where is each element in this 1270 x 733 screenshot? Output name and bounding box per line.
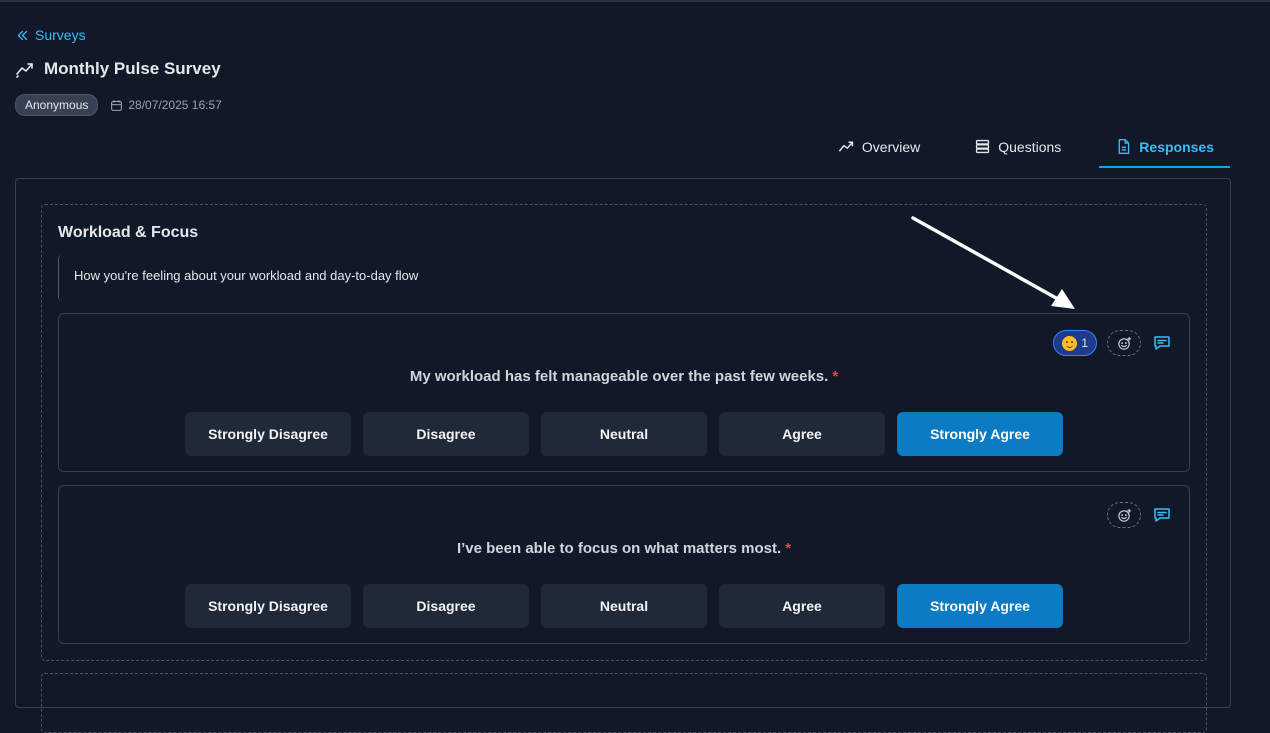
question-text: I’ve been able to focus on what matters … [59, 540, 1189, 557]
question-tools [1107, 502, 1173, 528]
add-reaction-button[interactable] [1107, 502, 1141, 528]
option-strongly-disagree[interactable]: Strongly Disagree [185, 584, 351, 628]
option-strongly-disagree[interactable]: Strongly Disagree [185, 412, 351, 456]
tab-overview[interactable]: Overview [822, 128, 936, 168]
option-disagree[interactable]: Disagree [363, 412, 529, 456]
tab-responses[interactable]: Responses [1099, 128, 1230, 168]
option-strongly-agree[interactable]: Strongly Agree [897, 412, 1063, 456]
responses-panel: Workload & Focus How you're feeling abou… [15, 178, 1231, 733]
trend-icon [16, 63, 33, 78]
smiling-face-icon [1062, 335, 1078, 351]
page-title: Monthly Pulse Survey [44, 59, 221, 78]
required-mark: * [832, 368, 839, 385]
tab-questions-label: Questions [998, 138, 1062, 155]
double-chevron-left-icon [17, 30, 28, 40]
comment-icon [1154, 508, 1170, 522]
tab-questions[interactable]: Questions [958, 128, 1077, 168]
likert-options: Strongly Disagree Disagree Neutral Agree… [185, 584, 1063, 628]
top-divider [0, 0, 1270, 2]
reaction-chip[interactable]: 1 [1053, 330, 1097, 356]
section-workload-focus: Workload & Focus How you're feeling abou… [41, 204, 1207, 661]
calendar-icon [111, 99, 123, 111]
survey-date-text: 28/07/2025 16:57 [128, 98, 222, 112]
section-description: How you're feeling about your workload a… [58, 255, 1190, 301]
option-strongly-agree[interactable]: Strongly Agree [897, 584, 1063, 628]
tab-responses-label: Responses [1139, 138, 1214, 155]
question-text-label: I’ve been able to focus on what matters … [456, 540, 782, 557]
anonymous-badge: Anonymous [15, 94, 99, 116]
comment-button[interactable] [1151, 332, 1173, 354]
question-card: 1 My workload has felt manageable over t… [58, 313, 1190, 472]
question-text-label: My workload has felt manageable over the… [409, 368, 829, 385]
page-header: Monthly Pulse Survey [15, 59, 221, 79]
tab-overview-label: Overview [861, 138, 921, 155]
add-emoji-icon [1117, 336, 1131, 350]
reaction-count: 1 [1081, 336, 1088, 350]
add-reaction-button[interactable] [1107, 330, 1141, 356]
next-section [41, 673, 1207, 733]
comment-button[interactable] [1151, 504, 1173, 526]
option-neutral[interactable]: Neutral [541, 584, 707, 628]
option-agree[interactable]: Agree [719, 584, 885, 628]
comment-icon [1154, 336, 1170, 350]
required-mark: * [785, 540, 792, 557]
list-icon [976, 139, 990, 154]
add-emoji-icon [1117, 508, 1131, 522]
question-text: My workload has felt manageable over the… [59, 368, 1189, 385]
survey-tabs: Overview Questions Responses [800, 128, 1230, 168]
survey-date: 28/07/2025 16:57 [110, 98, 222, 112]
trend-icon [838, 141, 854, 152]
document-icon [1118, 139, 1130, 154]
option-disagree[interactable]: Disagree [363, 584, 529, 628]
survey-meta: Anonymous 28/07/2025 16:57 [15, 94, 222, 116]
back-to-surveys-link[interactable]: Surveys [16, 27, 86, 43]
section-title: Workload & Focus [58, 224, 199, 241]
option-neutral[interactable]: Neutral [541, 412, 707, 456]
question-card: I’ve been able to focus on what matters … [58, 485, 1190, 644]
back-link-label: Surveys [35, 27, 86, 43]
option-agree[interactable]: Agree [719, 412, 885, 456]
likert-options: Strongly Disagree Disagree Neutral Agree… [185, 412, 1063, 456]
question-tools: 1 [1053, 330, 1173, 356]
